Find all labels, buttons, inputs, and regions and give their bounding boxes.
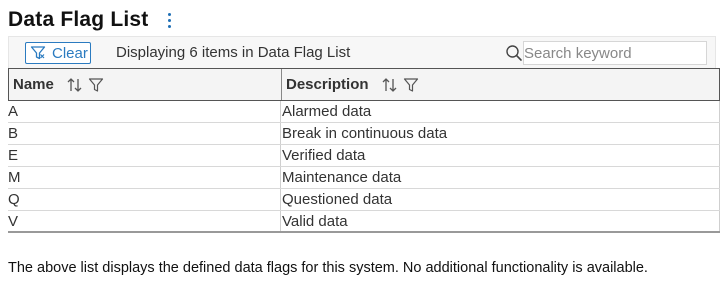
cell-flag-name: M [8,167,281,188]
kebab-menu-icon[interactable] [165,9,175,31]
table-row[interactable]: M Maintenance data [8,167,720,189]
data-flag-table: Name Description A Alarmed data B Break … [8,68,720,233]
filter-clear-icon [30,46,46,60]
table-row[interactable]: B Break in continuous data [8,123,720,145]
cell-flag-name: A [8,101,281,122]
cell-flag-name: V [8,211,281,231]
footer-note: The above list displays the defined data… [8,260,648,276]
search-box [505,41,707,65]
cell-flag-description: Break in continuous data [281,123,720,144]
sort-icon[interactable] [381,76,399,94]
column-header-label: Description [286,76,369,93]
table-header-row: Name Description [8,68,720,101]
cell-flag-name: E [8,145,281,166]
filter-icon[interactable] [403,77,419,93]
search-icon [505,44,523,62]
grid-toolbar: Clear Displaying 6 items in Data Flag Li… [8,36,716,68]
column-header-label: Name [13,76,54,93]
table-row[interactable]: A Alarmed data [8,101,720,123]
table-row[interactable]: V Valid data [8,211,720,233]
column-header-description[interactable]: Description [282,69,719,100]
search-input[interactable] [523,41,707,65]
item-count-status: Displaying 6 items in Data Flag List [116,44,351,61]
filter-icon[interactable] [88,77,104,93]
cell-flag-name: Q [8,189,281,210]
cell-flag-description: Verified data [281,145,720,166]
cell-flag-name: B [8,123,281,144]
cell-flag-description: Valid data [281,211,720,231]
clear-filter-button[interactable]: Clear [25,42,91,64]
cell-flag-description: Questioned data [281,189,720,210]
cell-flag-description: Alarmed data [281,101,720,122]
page-header: Data Flag List [8,6,175,34]
table-row[interactable]: E Verified data [8,145,720,167]
column-header-name[interactable]: Name [9,69,282,100]
sort-icon[interactable] [66,76,84,94]
cell-flag-description: Maintenance data [281,167,720,188]
clear-button-label: Clear [52,44,88,62]
page-title: Data Flag List [8,8,149,31]
table-row[interactable]: Q Questioned data [8,189,720,211]
